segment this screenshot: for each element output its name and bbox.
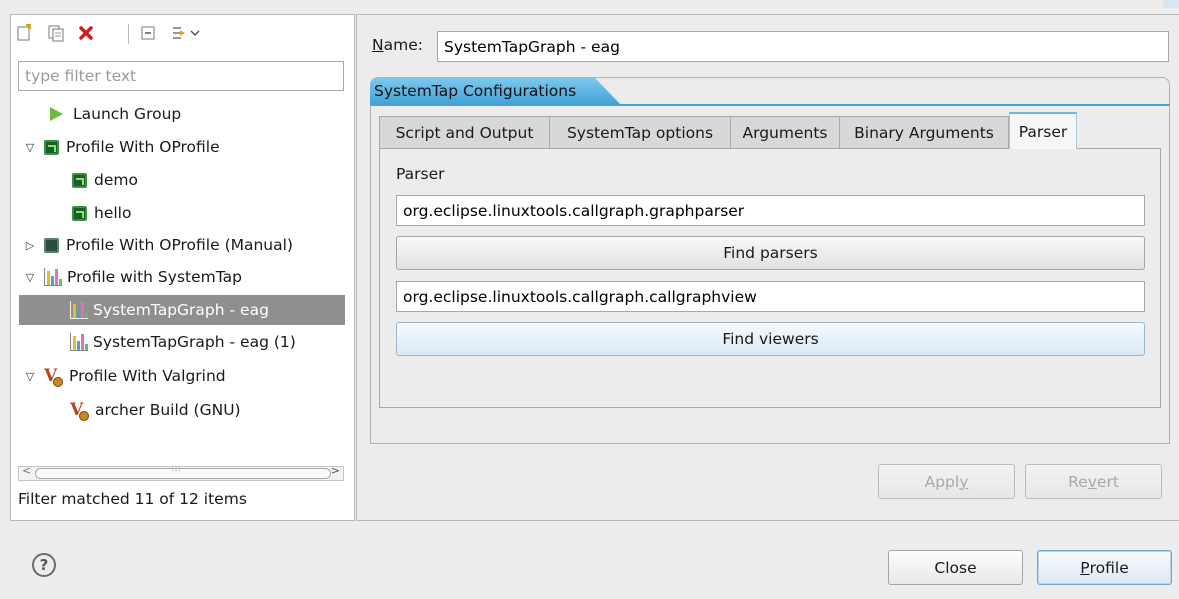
valgrind-icon: V [70,401,90,421]
tree-item-label: SystemTapGraph - eag (1) [93,333,296,351]
tree-item-label: Launch Group [73,105,182,123]
tab-script-and-output[interactable]: Script and Output [379,116,550,148]
collapse-all-icon[interactable] [136,20,160,46]
expanded-twisty-icon[interactable]: ▽ [22,141,38,154]
tree-item-profile-oprofile[interactable]: ▽ Profile With OProfile [22,132,220,162]
horizontal-scrollbar[interactable]: < ::: > [18,463,344,481]
toolbar-separator [128,24,129,44]
new-config-icon[interactable] [12,20,36,46]
tree-item-label: demo [94,171,138,189]
tree-item-label: Profile With OProfile (Manual) [66,236,293,254]
profile-button[interactable]: Profile [1037,550,1172,585]
scroll-left-icon[interactable]: < [22,464,31,477]
close-button[interactable]: Close [888,550,1023,585]
systemtap-graph-icon [70,301,88,319]
viewer-field[interactable] [396,281,1145,312]
parser-field[interactable] [396,195,1145,226]
revert-button[interactable]: Re v ert [1025,464,1162,499]
oprofile-icon [72,205,87,221]
tab-arguments[interactable]: Arguments [730,116,840,148]
tree-item-label: hello [94,204,132,222]
tree-item-label: Profile with SystemTap [67,268,242,286]
tab-systemtap-options[interactable]: SystemTap options [549,116,731,148]
tree-item-label: archer Build (GNU) [95,401,241,419]
duplicate-icon[interactable] [44,20,68,46]
help-icon[interactable]: ? [32,553,56,577]
name-label: Name: [372,36,423,54]
filter-icon[interactable] [168,20,204,46]
launch-group-icon [50,107,63,121]
systemtap-graph-icon [44,268,62,286]
systemtap-graph-icon [70,333,88,351]
tree-item-launch-group[interactable]: Launch Group [48,99,181,129]
parser-section-label: Parser [396,165,445,183]
tree-item-label: Profile With Valgrind [69,367,226,385]
tree-item-hello[interactable]: hello [72,198,131,228]
find-parsers-button[interactable]: Find parsers [396,236,1145,270]
tree-item-label: SystemTapGraph - eag [93,301,269,319]
expanded-twisty-icon[interactable]: ▽ [22,271,38,284]
tree-item-profile-valgrind[interactable]: ▽ V Profile With Valgrind [22,361,226,391]
scroll-grip-icon: ::: [171,463,182,474]
filter-input[interactable] [18,61,344,91]
tree-item-systemtapgraph-eag-1[interactable]: SystemTapGraph - eag (1) [70,327,296,357]
tree-item-profile-systemtap[interactable]: ▽ Profile with SystemTap [22,262,242,292]
expanded-twisty-icon[interactable]: ▽ [22,370,38,383]
oprofile-icon [44,139,59,155]
scroll-thumb[interactable] [35,468,331,479]
tree-item-profile-oprofile-manual[interactable]: ▷ Profile With OProfile (Manual) [22,230,293,260]
tree-item-systemtapgraph-eag[interactable]: SystemTapGraph - eag [19,295,345,325]
filter-status: Filter matched 11 of 12 items [18,490,247,508]
parser-pane [379,148,1161,408]
tree-item-label: Profile With OProfile [66,138,220,156]
tree-item-archer-build[interactable]: V archer Build (GNU) [70,395,241,425]
delete-icon[interactable] [74,20,98,46]
window-corner [1163,0,1179,8]
tab-binary-arguments[interactable]: Binary Arguments [839,116,1009,148]
valgrind-icon: V [44,367,64,387]
left-toolbar [12,20,232,50]
find-viewers-button[interactable]: Find viewers [396,322,1145,356]
oprofile-icon [72,172,87,188]
tab-systemtap-configurations[interactable]: SystemTap Configurations [370,78,622,106]
tab-underline [370,104,1170,106]
tree-item-demo[interactable]: demo [72,165,138,195]
scroll-right-icon[interactable]: > [331,464,340,477]
oprofile-manual-icon [44,237,59,253]
tab-parser[interactable]: Parser [1009,112,1077,149]
collapsed-twisty-icon[interactable]: ▷ [22,239,38,252]
apply-button[interactable]: Appl y [878,464,1015,499]
name-field[interactable] [437,31,1169,62]
